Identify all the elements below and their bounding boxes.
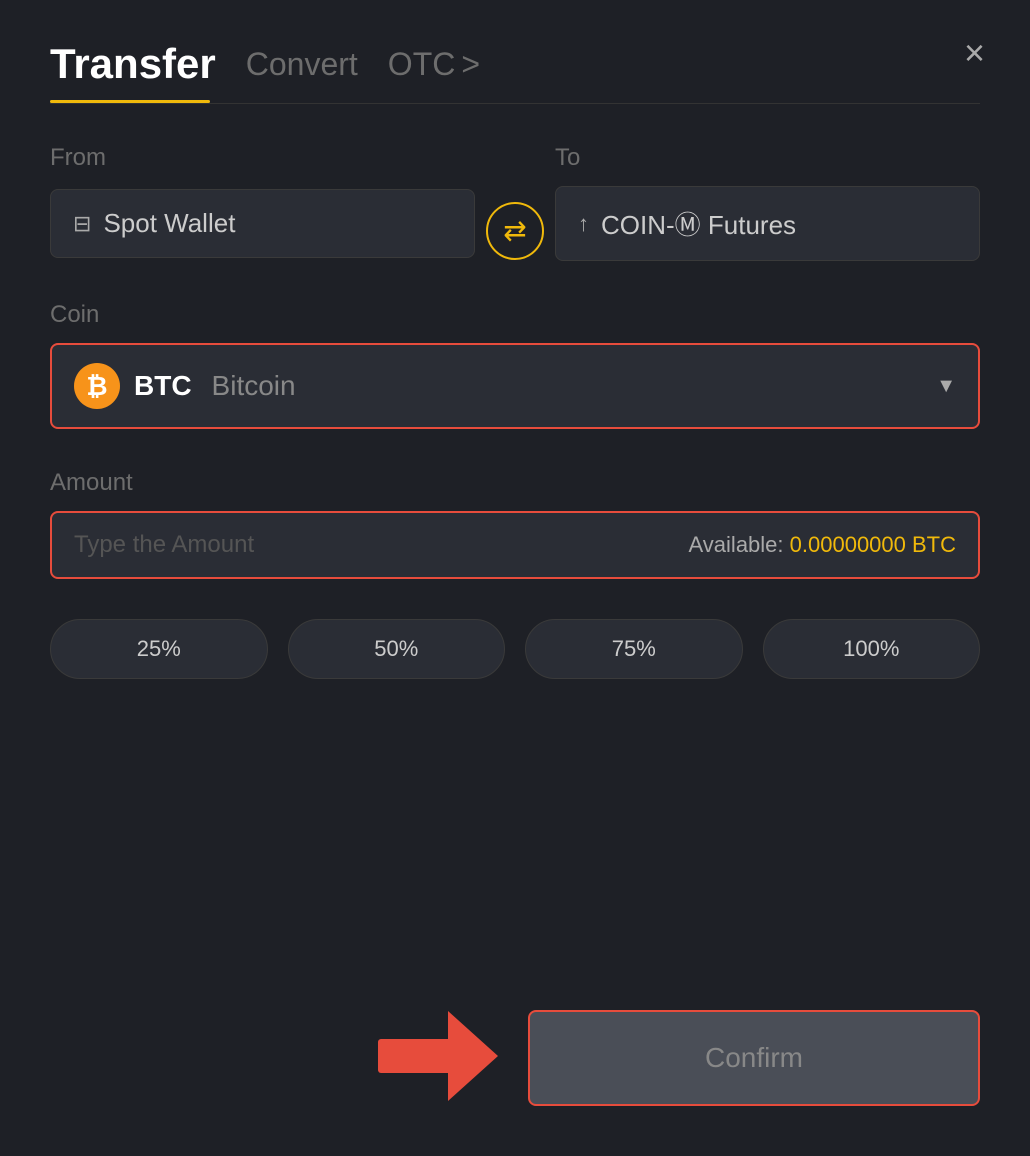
- pct-25-button[interactable]: 25%: [50, 619, 268, 679]
- modal-header: Transfer Convert OTC >: [50, 40, 980, 88]
- to-wallet-box[interactable]: ↑ COIN-Ⓜ Futures: [555, 186, 980, 261]
- transfer-modal: Transfer Convert OTC > × From To ⊟ Spot …: [0, 0, 1030, 1156]
- confirm-button[interactable]: Confirm: [528, 1010, 980, 1106]
- from-wallet-box[interactable]: ⊟ Spot Wallet: [50, 189, 475, 258]
- btc-icon: ₿: [74, 363, 120, 409]
- confirm-row: Confirm: [50, 1010, 980, 1106]
- to-wallet-label: COIN-Ⓜ Futures: [601, 205, 796, 242]
- wallet-card-icon: ⊟: [73, 211, 91, 237]
- from-label: From: [50, 144, 475, 172]
- arrow-container: [50, 1011, 528, 1106]
- from-to-section: From To ⊟ Spot Wallet ⇄ ↑: [50, 144, 980, 261]
- to-column: To: [555, 144, 980, 186]
- coin-section: Coin ₿ BTC Bitcoin ▼: [50, 301, 980, 429]
- pct-50-button[interactable]: 50%: [288, 619, 506, 679]
- chevron-down-icon: ▼: [936, 375, 956, 398]
- swap-button[interactable]: ⇄: [486, 202, 544, 260]
- amount-placeholder: Type the Amount: [74, 531, 254, 559]
- chevron-right-icon: >: [461, 46, 480, 83]
- tab-convert[interactable]: Convert: [246, 46, 358, 83]
- arrow-right-icon: [378, 1011, 498, 1101]
- coin-symbol: BTC: [134, 370, 192, 402]
- close-button[interactable]: ×: [964, 35, 985, 71]
- tab-active-indicator: [50, 100, 210, 103]
- from-wallet-label: Spot Wallet: [103, 208, 235, 239]
- coin-name: Bitcoin: [212, 370, 296, 402]
- swap-icon: ⇄: [503, 214, 526, 247]
- tab-otc[interactable]: OTC >: [388, 46, 480, 83]
- amount-input-box[interactable]: Type the Amount Available: 0.00000000 BT…: [50, 511, 980, 579]
- coin-label: Coin: [50, 301, 980, 329]
- pct-100-button[interactable]: 100%: [763, 619, 981, 679]
- from-to-labels: From To: [50, 144, 980, 186]
- arrow-wrapper: [378, 1011, 498, 1106]
- available-value: 0.00000000 BTC: [790, 532, 956, 557]
- tab-underline-container: [50, 100, 980, 104]
- amount-label: Amount: [50, 469, 980, 497]
- available-balance: Available: 0.00000000 BTC: [689, 532, 956, 558]
- tab-transfer[interactable]: Transfer: [50, 40, 216, 88]
- percentage-buttons: 25% 50% 75% 100%: [50, 619, 980, 679]
- from-wallet-col: ⊟ Spot Wallet: [50, 189, 475, 258]
- coin-dropdown[interactable]: ₿ BTC Bitcoin ▼: [50, 343, 980, 429]
- to-label: To: [555, 144, 980, 172]
- swap-col: ⇄: [475, 202, 555, 260]
- pct-75-button[interactable]: 75%: [525, 619, 743, 679]
- btc-letter: ₿: [86, 371, 107, 402]
- from-to-row: ⊟ Spot Wallet ⇄ ↑ COIN-Ⓜ Futures: [50, 186, 980, 261]
- available-label: Available:: [689, 532, 784, 557]
- futures-icon: ↑: [578, 211, 589, 237]
- from-column: From: [50, 144, 475, 186]
- amount-section: Amount Type the Amount Available: 0.0000…: [50, 469, 980, 579]
- to-wallet-col: ↑ COIN-Ⓜ Futures: [555, 186, 980, 261]
